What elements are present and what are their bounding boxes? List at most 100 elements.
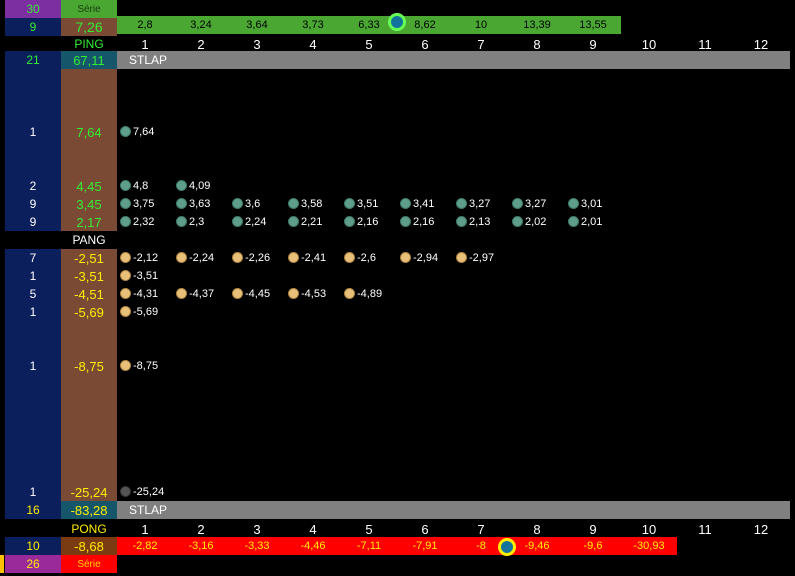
pong-header-column-10: 10 [641,521,657,537]
row-avg: 3,45 [76,196,102,212]
value-dot-icon [344,198,355,209]
row-count: 1 [29,269,37,283]
value-dot-icon [512,198,523,209]
row-value: 2,13 [469,216,491,228]
series-value: 10 [474,19,488,31]
row-avg: -25,24 [70,484,108,500]
stlap-bottom-count: 16 [5,501,61,519]
series-value: -2,82 [132,540,158,552]
value-dot-icon [568,198,579,209]
pong-header-column-9: 9 [589,521,597,537]
ping-header-column-10: 10 [641,36,657,52]
row-count: 2 [29,179,37,193]
row-avg: -5,69 [74,304,104,320]
row-value: 2,32 [133,216,155,228]
row-avg: 4,45 [76,178,102,194]
ping-header-column-1: 1 [141,36,149,52]
row-value: 2,02 [525,216,547,228]
row-value: -2,94 [413,252,439,264]
value-dot-icon [288,198,299,209]
series-value: -4,46 [300,540,326,552]
value-dot-icon [176,216,187,227]
row-avg: -3,51 [74,268,104,284]
series-value: -9,46 [524,540,550,552]
row-avg: -8,75 [74,358,104,374]
row-value: -2,24 [189,252,215,264]
series-value: -3,33 [244,540,270,552]
stlap-top-bar: STLAP [117,51,790,69]
serie-label-bottom: Série [61,555,117,573]
ping-header-column-12: 12 [753,36,769,52]
row-count: 7 [29,251,37,265]
row-value: 3,01 [581,198,603,210]
row-value: -5,69 [133,306,159,318]
row-value: -2,12 [133,252,159,264]
row-avg: -2,51 [74,250,104,266]
pong-header-column-12: 12 [753,521,769,537]
value-dot-icon [232,288,243,299]
ping-header-column-9: 9 [589,36,597,52]
row-value: -4,89 [357,288,383,300]
row-value: -25,24 [133,486,165,498]
pang-header-label: PANG [72,233,106,247]
pong-header-column-3: 3 [253,521,261,537]
selection-indicator [0,555,4,573]
stlap-bottom-bar: STLAP [117,501,790,519]
row-value: 3,63 [189,198,211,210]
row-avg: 7,64 [76,124,102,140]
value-dot-icon [120,288,131,299]
row-count: 1 [29,125,37,139]
series-count-top: 9 [5,18,61,36]
series-value: 13,39 [523,19,551,31]
row-value: 2,21 [301,216,323,228]
ping-header-column-5: 5 [365,36,373,52]
row-value: -2,6 [357,252,376,264]
value-dot-icon [120,180,131,191]
row-avg: -4,51 [74,286,104,302]
serie-count-top: 30 [5,0,61,18]
row-count: 1 [29,359,37,373]
row-value: -2,26 [245,252,271,264]
row-value: 3,27 [469,198,491,210]
series-value: -7,91 [412,540,438,552]
row-value: 2,3 [189,216,205,228]
ping-header-column-11: 11 [698,36,712,52]
pong-header-column-6: 6 [421,521,429,537]
series-value: -3,16 [188,540,214,552]
value-dot-icon [120,252,131,263]
row-value: -4,31 [133,288,159,300]
value-dot-icon [456,216,467,227]
value-dot-icon [120,270,131,281]
value-dot-icon [400,216,411,227]
series-avg-bottom: -8,68 [61,537,117,555]
row-value: -4,53 [301,288,327,300]
series-avg-top: 7,26 [61,18,117,36]
value-dot-icon [232,252,243,263]
row-count: 1 [29,485,37,499]
pong-header-column-8: 8 [533,521,541,537]
ping-header-column-2: 2 [197,36,205,52]
pong-header-column-1: 1 [141,521,149,537]
ping-header-column-7: 7 [477,36,485,52]
row-value: -2,41 [301,252,327,264]
value-dot-icon [344,252,355,263]
pong-header-column-7: 7 [477,521,485,537]
value-dot-icon [344,288,355,299]
row-count: 5 [29,287,37,301]
value-dot-icon [176,198,187,209]
value-dot-icon [120,360,131,371]
stlap-bottom-avg: -83,28 [61,501,117,519]
row-count: 9 [29,197,37,211]
stlap-top-avg: 67,11 [61,51,117,69]
serie-count-bottom: 26 [5,555,61,573]
value-dot-icon [120,198,131,209]
row-value: 7,64 [133,126,155,138]
value-dot-icon [288,288,299,299]
value-dot-icon [456,252,467,263]
row-count: 9 [29,215,37,229]
value-dot-icon [288,216,299,227]
value-dot-icon [232,216,243,227]
series-value: 2,8 [137,19,153,31]
position-marker-icon [498,538,516,556]
value-dot-icon [512,216,523,227]
